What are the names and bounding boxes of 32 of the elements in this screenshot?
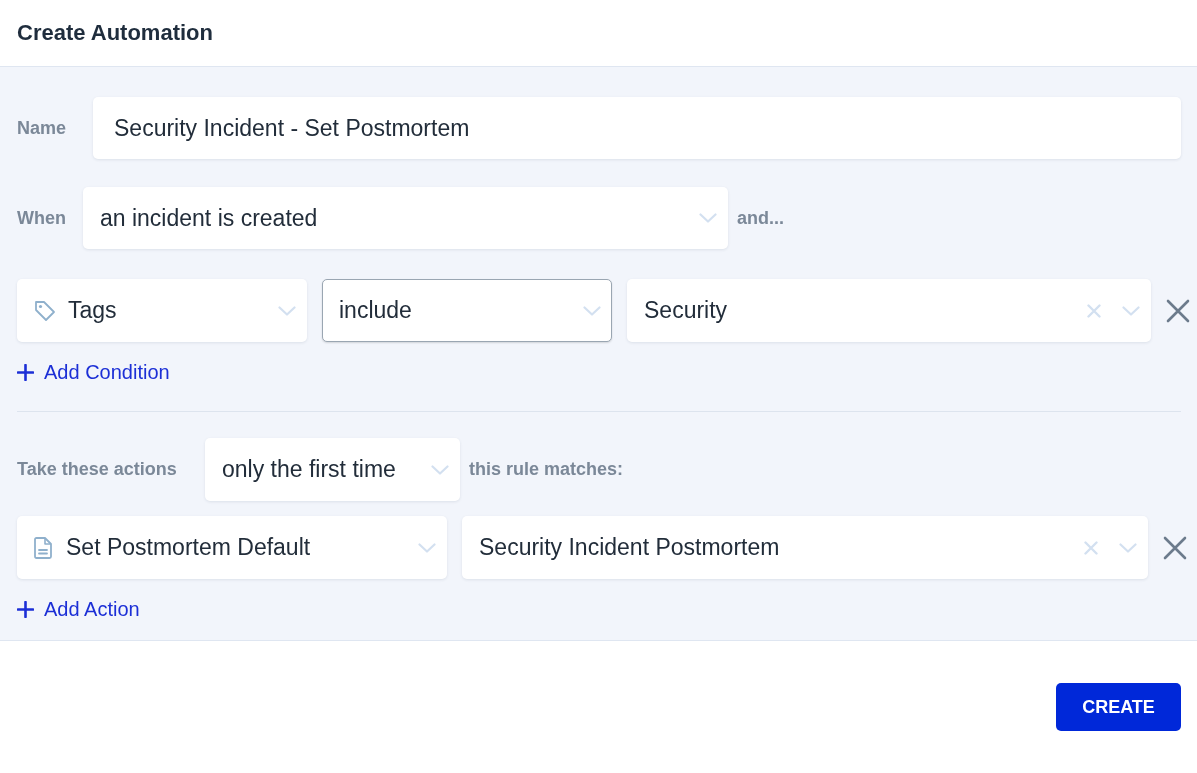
add-action-link[interactable]: Add Action (17, 597, 140, 621)
document-icon (34, 536, 52, 559)
close-icon (1166, 298, 1190, 323)
chevron-down-icon (583, 305, 601, 316)
remove-action-button[interactable] (1162, 534, 1188, 561)
remove-condition-button[interactable] (1165, 297, 1191, 324)
dialog-title: Create Automation (17, 20, 213, 46)
rule-matches-label: this rule matches: (469, 459, 624, 480)
plus-icon (17, 363, 34, 381)
close-icon (1163, 535, 1187, 560)
chevron-down-icon (431, 464, 449, 475)
and-label: and... (737, 207, 784, 229)
tag-icon (34, 299, 56, 322)
create-button[interactable]: CREATE (1056, 683, 1181, 731)
target-dropdown[interactable]: Security Incident Postmortem (462, 516, 1148, 579)
action-dropdown[interactable]: Set Postmortem Default (17, 516, 447, 579)
frequency-dropdown[interactable]: only the first time (205, 438, 460, 501)
chevron-down-icon (1119, 542, 1137, 553)
trigger-dropdown[interactable]: an incident is created (83, 187, 728, 249)
actions-label: Take these actions (17, 459, 178, 480)
plus-icon (17, 600, 34, 618)
name-input[interactable]: Security Incident - Set Postmortem (93, 97, 1181, 159)
when-label: When (17, 207, 67, 229)
chevron-down-icon (418, 542, 436, 553)
chevron-down-icon (699, 213, 717, 223)
add-condition-link[interactable]: Add Condition (17, 360, 170, 384)
operator-dropdown[interactable]: include (322, 279, 612, 342)
value-dropdown[interactable]: Security (627, 279, 1151, 342)
name-label: Name (17, 117, 68, 139)
chevron-down-icon (1122, 305, 1140, 316)
field-dropdown[interactable]: Tags (17, 279, 307, 342)
chevron-down-icon (278, 305, 296, 316)
